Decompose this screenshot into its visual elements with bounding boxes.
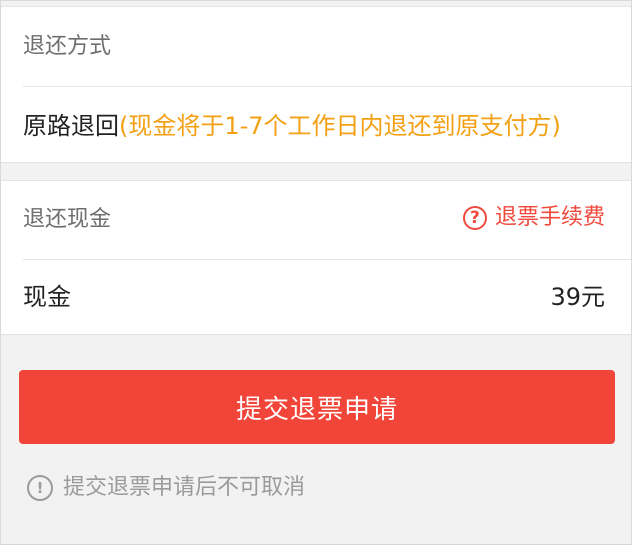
refund-method-card: 退还方式 原路退回(现金将于1-7个工作日内退还到原支付方) (1, 6, 631, 163)
question-circle-icon: ? (462, 206, 487, 230)
refund-method-label: 原路退回 (23, 112, 119, 140)
submit-refund-button[interactable]: 提交退票申请 (19, 370, 615, 444)
cancel-notice-text: 提交退票申请后不可取消 (63, 475, 306, 500)
cash-amount: 39元 (550, 283, 605, 311)
divider (23, 86, 631, 87)
refund-method-title: 退还方式 (23, 34, 112, 59)
refund-page: 退还方式 原路退回(现金将于1-7个工作日内退还到原支付方) 退还现金 ? 退票… (0, 0, 632, 545)
refund-fee-label: 退票手续费 (494, 205, 605, 230)
refund-cash-title: 退还现金 (23, 207, 112, 232)
refund-method-note: (现金将于1-7个工作日内退还到原支付方) (119, 112, 561, 140)
cash-label: 现金 (23, 283, 71, 311)
refund-method-value: 原路退回(现金将于1-7个工作日内退还到原支付方) (23, 110, 561, 142)
divider (23, 259, 631, 260)
cancel-notice: ! 提交退票申请后不可取消 (27, 473, 305, 503)
refund-cash-card: 退还现金 ? 退票手续费 现金 39元 (1, 180, 631, 335)
refund-fee-link[interactable]: ? 退票手续费 (462, 203, 605, 233)
exclamation-circle-icon: ! (27, 475, 53, 501)
